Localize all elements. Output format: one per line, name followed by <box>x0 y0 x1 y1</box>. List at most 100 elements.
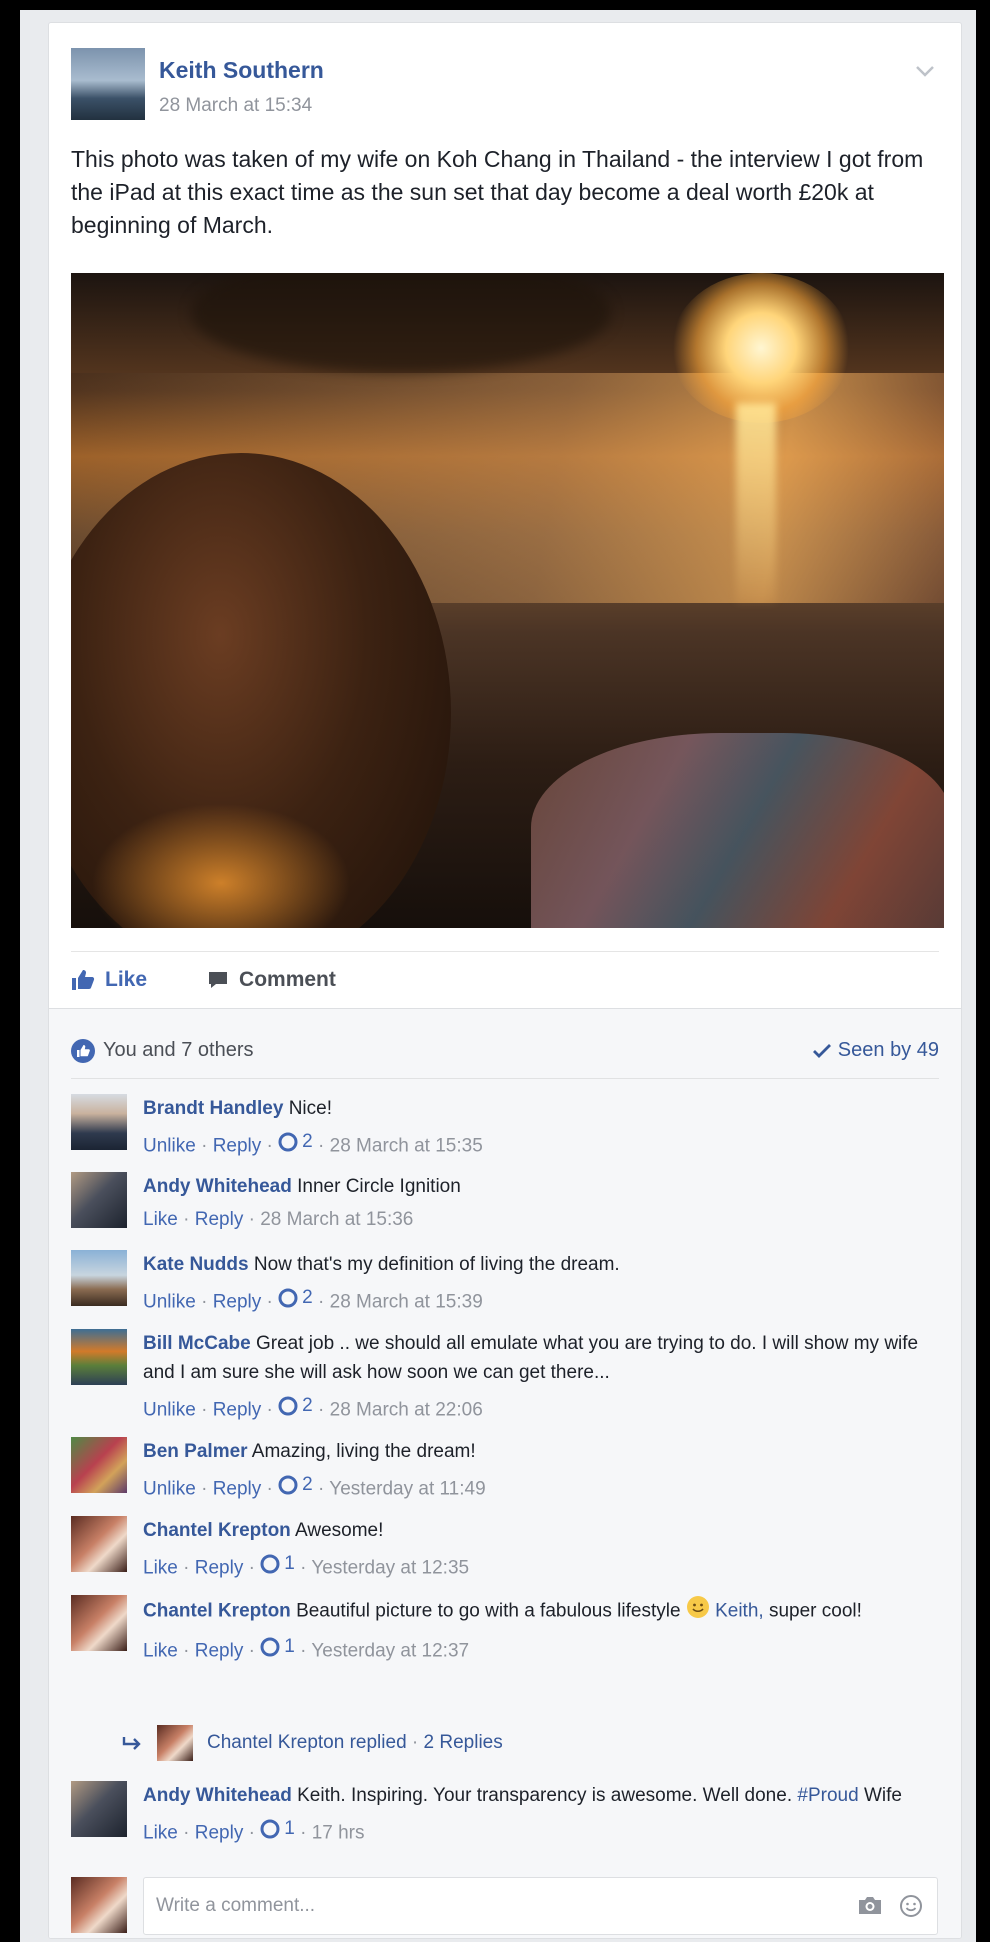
comment-like-link[interactable]: Unlike <box>143 1400 196 1421</box>
smile-emoji-icon <box>686 1595 710 1628</box>
commenter-avatar[interactable] <box>71 1781 127 1837</box>
feed-frame: Keith Southern 28 March at 15:34 This ph… <box>20 10 976 1942</box>
comment-input[interactable]: Write a comment... <box>143 1877 938 1935</box>
photo-reflection <box>736 403 776 603</box>
comment-text: Awesome! <box>295 1520 384 1541</box>
comment-like-link[interactable]: Unlike <box>143 1479 196 1500</box>
comment-like-count[interactable]: 1 <box>260 1814 295 1843</box>
post-timestamp[interactable]: 28 March at 15:34 <box>159 95 312 117</box>
author-avatar[interactable] <box>71 48 145 120</box>
like-circle-icon <box>278 1396 298 1415</box>
commenter-name[interactable]: Chantel Krepton <box>143 1520 291 1541</box>
comment-reply-link[interactable]: Reply <box>195 1209 244 1230</box>
like-count-value: 1 <box>284 1818 295 1839</box>
commenter-name[interactable]: Andy Whitehead <box>143 1176 292 1197</box>
comment-like-link[interactable]: Unlike <box>143 1292 196 1313</box>
comment-like-link[interactable]: Like <box>143 1823 178 1844</box>
commenter-name[interactable]: Kate Nudds <box>143 1254 249 1275</box>
comment-time[interactable]: 28 March at 15:36 <box>260 1209 413 1230</box>
comment-text-continued: Wife <box>863 1785 902 1806</box>
like-count-value: 2 <box>302 1474 313 1495</box>
commenter-avatar[interactable] <box>71 1172 127 1228</box>
like-count-value: 2 <box>302 1395 313 1416</box>
commenter-name[interactable]: Andy Whitehead <box>143 1785 292 1806</box>
commenter-avatar[interactable] <box>71 1250 127 1306</box>
comment-icon <box>209 972 228 988</box>
like-circle-icon <box>278 1288 298 1307</box>
commenter-name[interactable]: Ben Palmer <box>143 1441 248 1462</box>
comment-reply-link[interactable]: Reply <box>213 1479 262 1500</box>
comment-meta: Unlike · Reply · 2 · 28 March at 15:39 <box>143 1283 933 1317</box>
commenter-avatar[interactable] <box>71 1595 127 1651</box>
post-card: Keith Southern 28 March at 15:34 This ph… <box>48 22 962 1939</box>
comment-like-count[interactable]: 1 <box>260 1632 295 1661</box>
comment-like-count[interactable]: 2 <box>278 1391 313 1420</box>
commenter-avatar[interactable] <box>71 1437 127 1493</box>
post-text: This photo was taken of my wife on Koh C… <box>71 146 924 238</box>
reactions-label: You and 7 others <box>103 1039 254 1061</box>
replies-author: Chantel Krepton replied <box>207 1732 407 1753</box>
comment-time[interactable]: Yesterday at 12:35 <box>311 1558 469 1579</box>
commenter-avatar[interactable] <box>71 1094 127 1150</box>
comment-reply-link[interactable]: Reply <box>195 1558 244 1579</box>
photo-glow <box>91 803 351 928</box>
comment-text: Beautiful picture to go with a fabulous … <box>296 1600 681 1622</box>
comment-reply-link[interactable]: Reply <box>213 1136 262 1157</box>
commenter-avatar[interactable] <box>71 1329 127 1385</box>
comment-like-link[interactable]: Unlike <box>143 1136 196 1157</box>
like-button[interactable]: Like <box>71 968 147 992</box>
comment-time[interactable]: 28 March at 22:06 <box>330 1400 483 1421</box>
comment-like-count[interactable]: 1 <box>260 1549 295 1578</box>
post-actions: Like Comment <box>71 951 939 1008</box>
post-header-section: Keith Southern 28 March at 15:34 This ph… <box>49 23 961 1008</box>
comment-time[interactable]: 28 March at 15:39 <box>330 1292 483 1313</box>
comment-like-link[interactable]: Like <box>143 1209 178 1230</box>
reply-avatar <box>157 1725 193 1761</box>
like-count-value: 1 <box>284 1553 295 1574</box>
comment-like-count[interactable]: 2 <box>278 1127 313 1156</box>
commenter-name[interactable]: Brandt Handley <box>143 1098 283 1119</box>
reactions-count[interactable]: You and 7 others <box>71 1038 254 1063</box>
photo-tree <box>191 273 611 373</box>
seen-by[interactable]: Seen by 49 <box>812 1039 939 1062</box>
comment-text-continued: super cool! <box>768 1600 862 1622</box>
like-circle-icon <box>278 1132 298 1151</box>
like-count-value: 2 <box>302 1287 313 1308</box>
author-name[interactable]: Keith Southern <box>159 57 324 84</box>
comment-hashtag[interactable]: #Proud <box>797 1785 858 1806</box>
comment-like-link[interactable]: Like <box>143 1558 178 1579</box>
chevron-down-icon[interactable] <box>913 59 937 83</box>
comment-mention[interactable]: Keith, <box>715 1601 764 1622</box>
commenter-avatar[interactable] <box>71 1516 127 1572</box>
seen-label: Seen by 49 <box>837 1039 939 1061</box>
like-circle-icon <box>260 1554 280 1573</box>
comment-reply-link[interactable]: Reply <box>213 1292 262 1313</box>
write-comment-row: Write a comment... <box>71 1877 941 1937</box>
photo-sun <box>671 273 851 423</box>
camera-icon[interactable] <box>857 1894 883 1924</box>
comment-like-count[interactable]: 2 <box>278 1283 313 1312</box>
comment-text: Amazing, living the dream! <box>251 1441 476 1462</box>
current-user-avatar <box>71 1877 127 1933</box>
photo-sarong <box>531 733 944 928</box>
input-icons <box>841 1894 923 1924</box>
comment-like-count[interactable]: 2 <box>278 1470 313 1499</box>
comment-reply-link[interactable]: Reply <box>195 1641 244 1662</box>
comment-like-link[interactable]: Like <box>143 1641 178 1662</box>
comment-time[interactable]: Yesterday at 12:37 <box>311 1641 469 1662</box>
commenter-name[interactable]: Bill McCabe <box>143 1333 251 1354</box>
comment-time[interactable]: 28 March at 15:35 <box>330 1136 483 1157</box>
emoji-icon[interactable] <box>899 1894 923 1924</box>
comment-reply-link[interactable]: Reply <box>213 1400 262 1421</box>
commenter-name[interactable]: Chantel Krepton <box>143 1601 291 1622</box>
post-photo[interactable] <box>71 273 944 928</box>
comment-time[interactable]: 17 hrs <box>312 1823 365 1844</box>
replies-count: 2 Replies <box>423 1732 503 1753</box>
view-replies-link[interactable]: Chantel Krepton replied · 2 Replies <box>121 1725 901 1761</box>
comment-button[interactable]: Comment <box>207 968 336 992</box>
comment-reply-link[interactable]: Reply <box>195 1823 244 1844</box>
comment-input-placeholder: Write a comment... <box>156 1895 316 1916</box>
comment-time[interactable]: Yesterday at 11:49 <box>329 1479 485 1500</box>
comment-meta: Unlike · Reply · 2 · Yesterday at 11:49 <box>143 1470 933 1504</box>
comment-text: Now that's my definition of living the d… <box>253 1254 620 1275</box>
